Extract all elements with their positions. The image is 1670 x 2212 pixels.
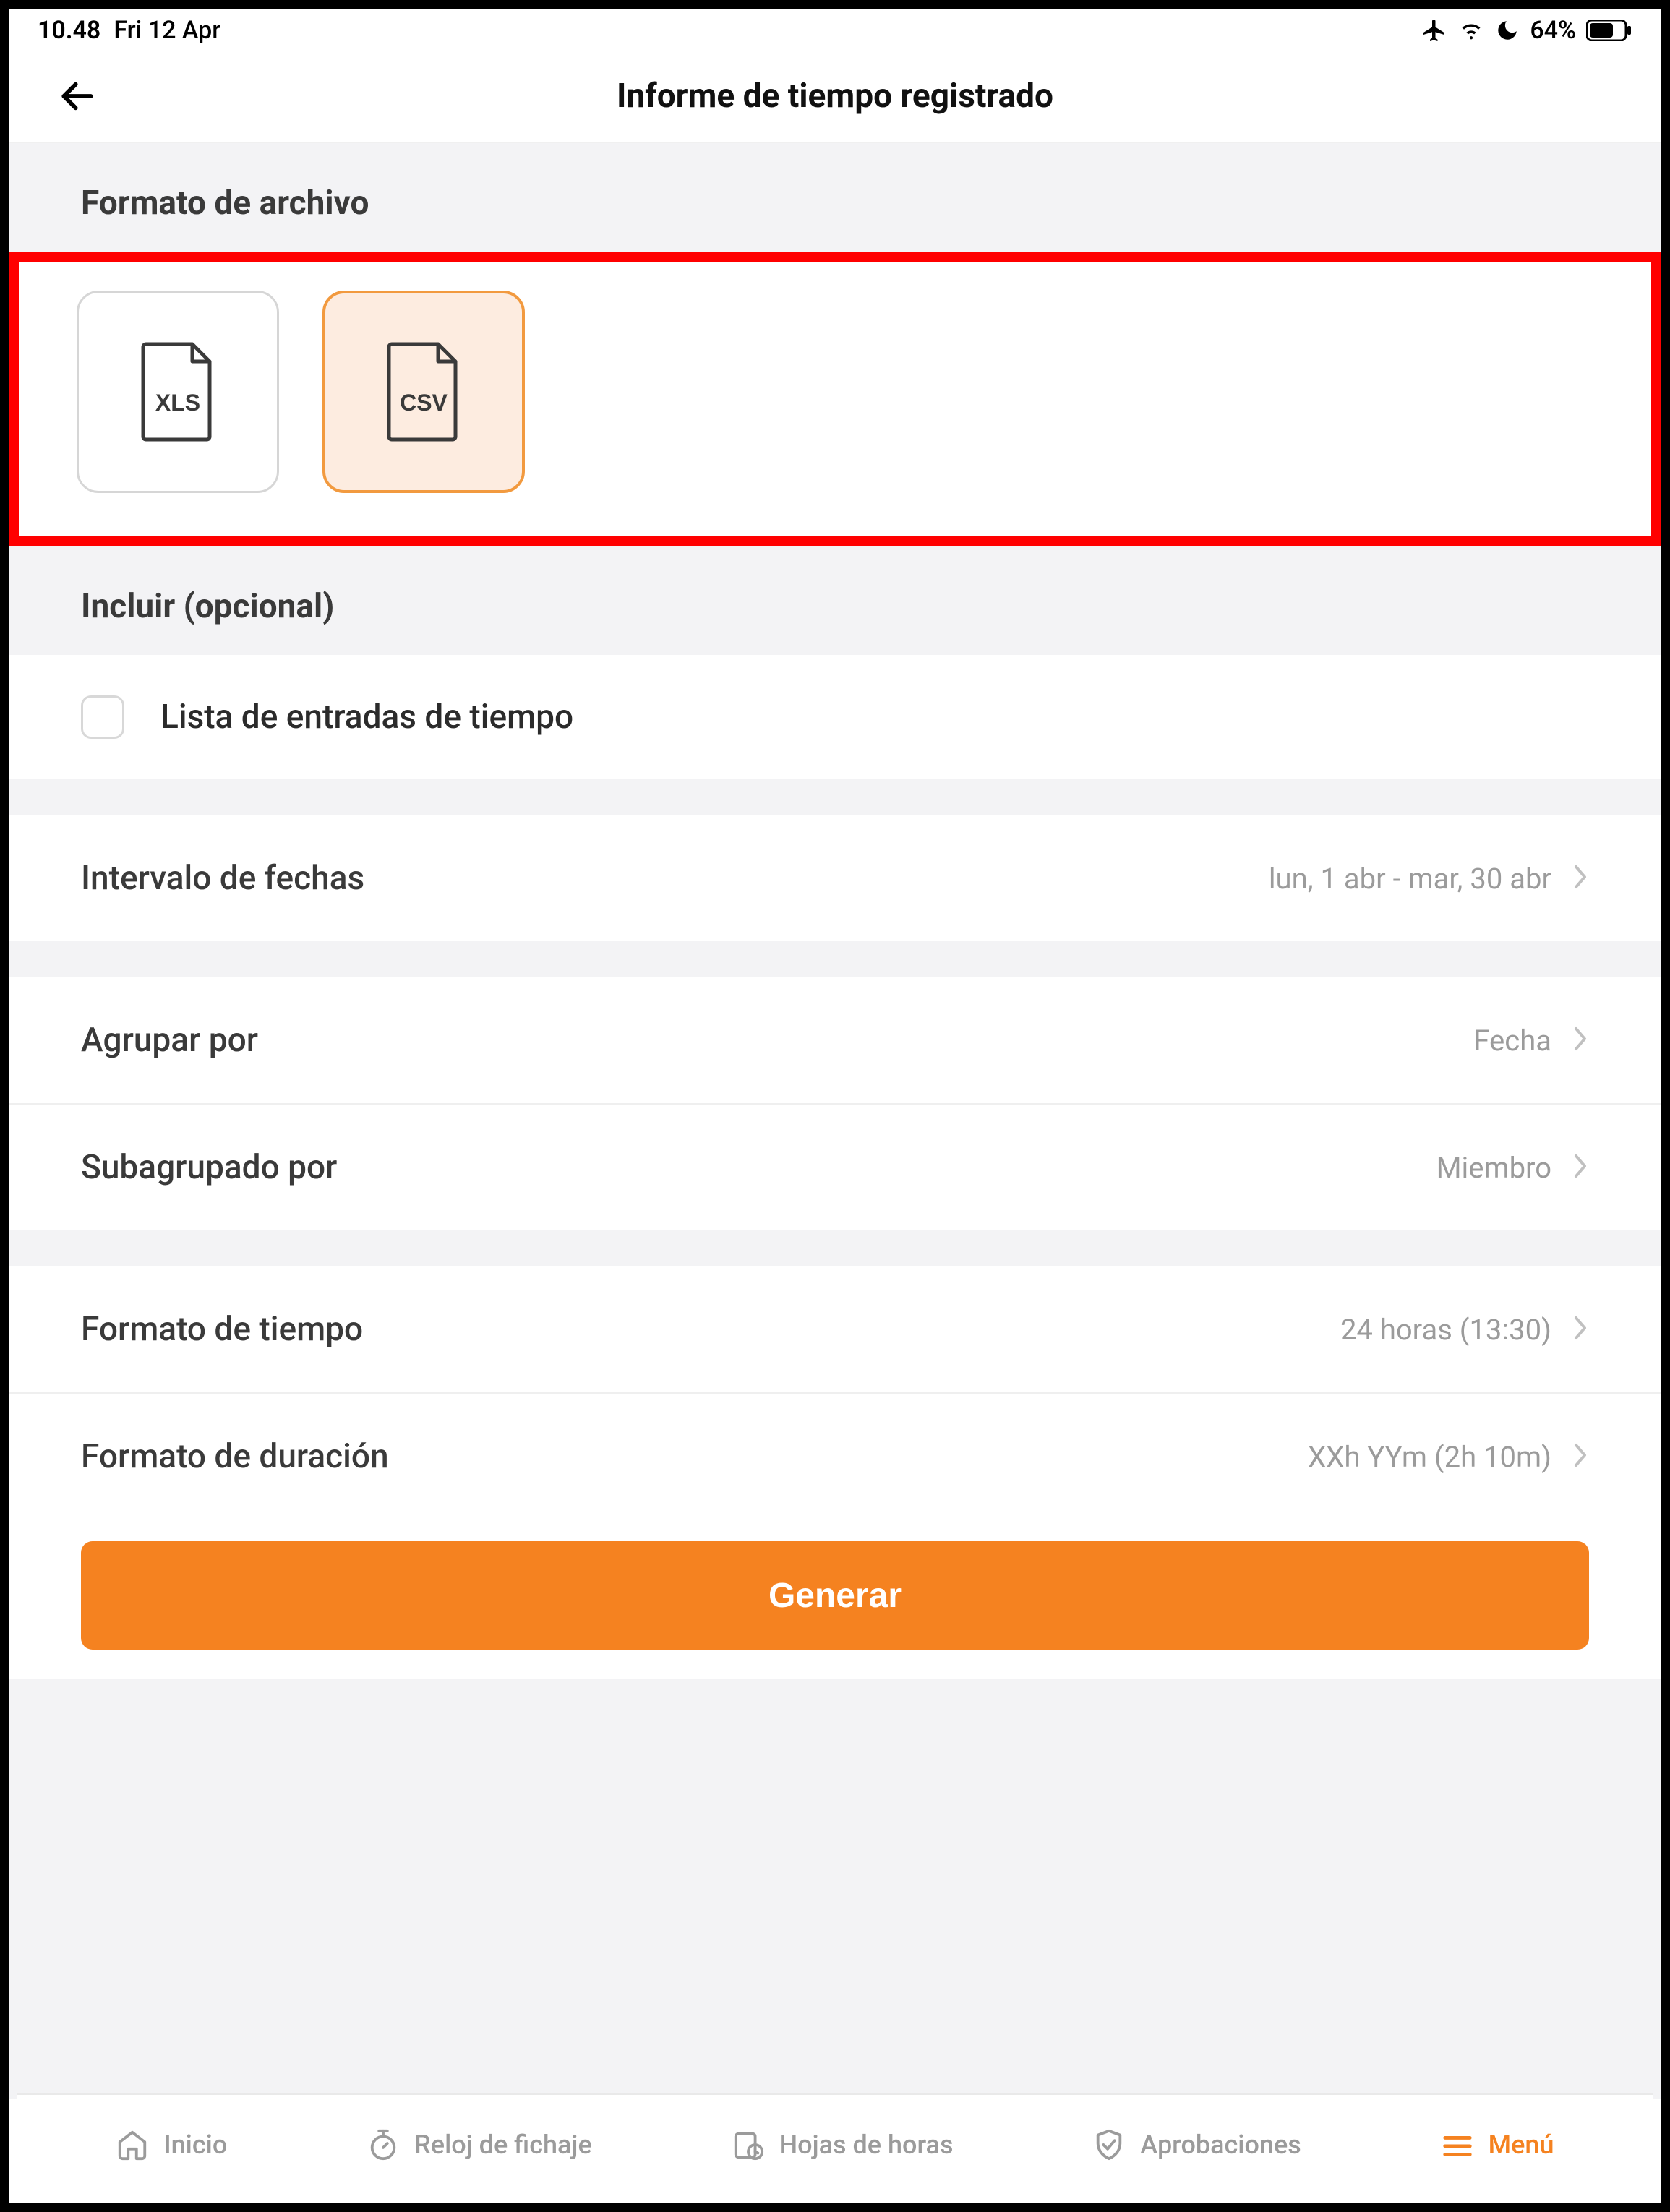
home-icon — [116, 2128, 149, 2161]
battery-pct: 64% — [1530, 16, 1576, 45]
row-group-by-value: Fecha — [1473, 1024, 1551, 1058]
tab-menu-label: Menú — [1489, 2130, 1554, 2160]
row-group-by[interactable]: Agrupar por Fecha — [9, 977, 1661, 1103]
section-file-format-label: Formato de archivo — [9, 143, 1661, 252]
file-format-xls[interactable]: XLS — [77, 291, 279, 493]
row-date-range-value: lun, 1 abr - mar, 30 abr — [1269, 862, 1551, 896]
row-time-format[interactable]: Formato de tiempo 24 horas (13:30) — [9, 1266, 1661, 1392]
row-subgroup-by-label: Subagrupado por — [81, 1148, 337, 1187]
tab-menu[interactable]: Menú — [1441, 2128, 1554, 2161]
row-time-format-value: 24 horas (13:30) — [1340, 1313, 1551, 1347]
tab-home-label: Inicio — [163, 2130, 227, 2160]
moon-icon — [1495, 18, 1520, 43]
row-subgroup-by[interactable]: Subagrupado por Miembro — [9, 1103, 1661, 1230]
airplane-icon — [1421, 17, 1447, 43]
chevron-right-icon — [1572, 1024, 1589, 1056]
tab-bar: Inicio Reloj de fichaje Hojas de horas A… — [17, 2093, 1653, 2195]
status-date: Fri 12 Apr — [114, 16, 220, 45]
chevron-right-icon — [1572, 1313, 1589, 1345]
svg-text:XLS: XLS — [155, 390, 200, 416]
row-subgroup-by-value: Miembro — [1436, 1151, 1551, 1185]
row-duration-format-value: XXh YYm (2h 10m) — [1308, 1440, 1551, 1474]
page-title: Informe de tiempo registrado — [617, 77, 1053, 116]
stopwatch-icon — [367, 2128, 400, 2161]
svg-text:CSV: CSV — [400, 390, 448, 416]
generate-button[interactable]: Generar — [81, 1541, 1589, 1650]
row-date-range-label: Intervalo de fechas — [81, 859, 364, 898]
tab-timesheets-label: Hojas de horas — [779, 2130, 954, 2160]
include-time-entries-row[interactable]: Lista de entradas de tiempo — [9, 655, 1661, 779]
timesheet-icon — [732, 2128, 765, 2161]
wifi-icon — [1457, 20, 1485, 41]
status-time: 10.48 — [38, 16, 100, 45]
tab-clock[interactable]: Reloj de fichaje — [367, 2128, 592, 2161]
shield-check-icon — [1092, 2128, 1126, 2161]
chevron-right-icon — [1572, 1441, 1589, 1472]
tab-timesheets[interactable]: Hojas de horas — [732, 2128, 954, 2161]
row-group-by-label: Agrupar por — [81, 1021, 258, 1060]
file-format-highlight: XLS CSV — [9, 252, 1661, 546]
tab-clock-label: Reloj de fichaje — [414, 2130, 592, 2160]
tab-approvals-label: Aprobaciones — [1140, 2130, 1301, 2160]
status-right: 64% — [1421, 16, 1632, 45]
row-duration-format[interactable]: Formato de duración XXh YYm (2h 10m) — [9, 1392, 1661, 1519]
chevron-right-icon — [1572, 862, 1589, 894]
menu-icon — [1441, 2128, 1474, 2161]
tab-home[interactable]: Inicio — [116, 2128, 227, 2161]
tab-approvals[interactable]: Aprobaciones — [1092, 2128, 1301, 2161]
row-duration-format-label: Formato de duración — [81, 1437, 389, 1476]
row-time-format-label: Formato de tiempo — [81, 1310, 363, 1349]
back-button[interactable] — [52, 71, 103, 121]
include-time-entries-checkbox[interactable] — [81, 695, 124, 739]
page-header: Informe de tiempo registrado — [9, 49, 1661, 143]
file-format-csv[interactable]: CSV — [322, 291, 525, 493]
row-date-range[interactable]: Intervalo de fechas lun, 1 abr - mar, 30… — [9, 815, 1661, 941]
battery-icon — [1586, 20, 1632, 41]
include-time-entries-label: Lista de entradas de tiempo — [160, 698, 573, 737]
chevron-right-icon — [1572, 1152, 1589, 1183]
section-include-label: Incluir (opcional) — [9, 546, 1661, 655]
status-bar: 10.48 Fri 12 Apr 64% — [9, 9, 1661, 49]
